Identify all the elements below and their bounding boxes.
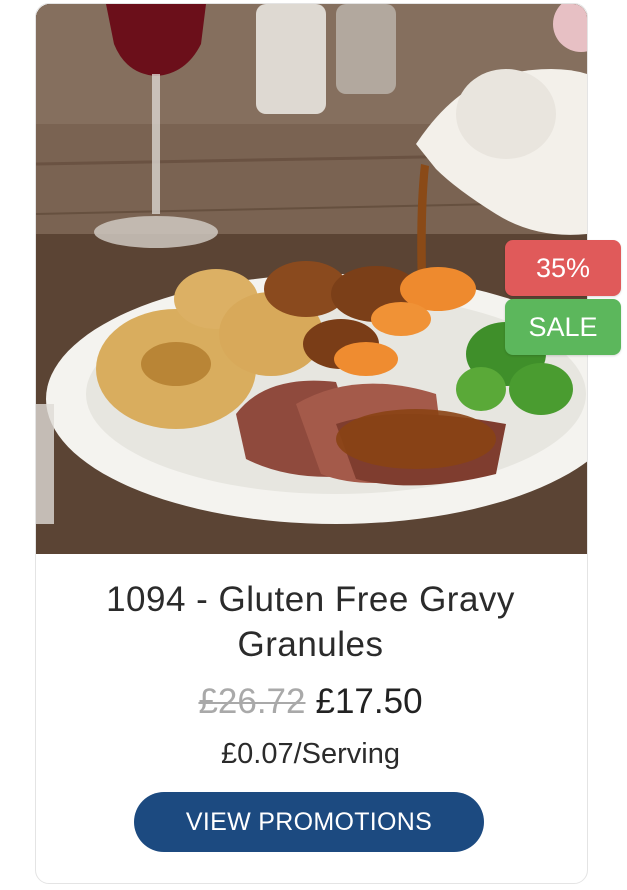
discount-badge: 35% xyxy=(505,240,621,296)
sale-badge: SALE xyxy=(505,299,621,355)
original-price: £26.72 xyxy=(198,682,306,721)
price-row: £26.72 £17.50 xyxy=(35,680,586,724)
product-title[interactable]: 1094 - Gluten Free Gravy Granules xyxy=(35,577,586,667)
price-per-serving: £0.07/Serving xyxy=(221,738,400,770)
sale-price: £17.50 xyxy=(315,682,423,721)
view-promotions-button[interactable]: VIEW PROMOTIONS xyxy=(134,792,484,852)
